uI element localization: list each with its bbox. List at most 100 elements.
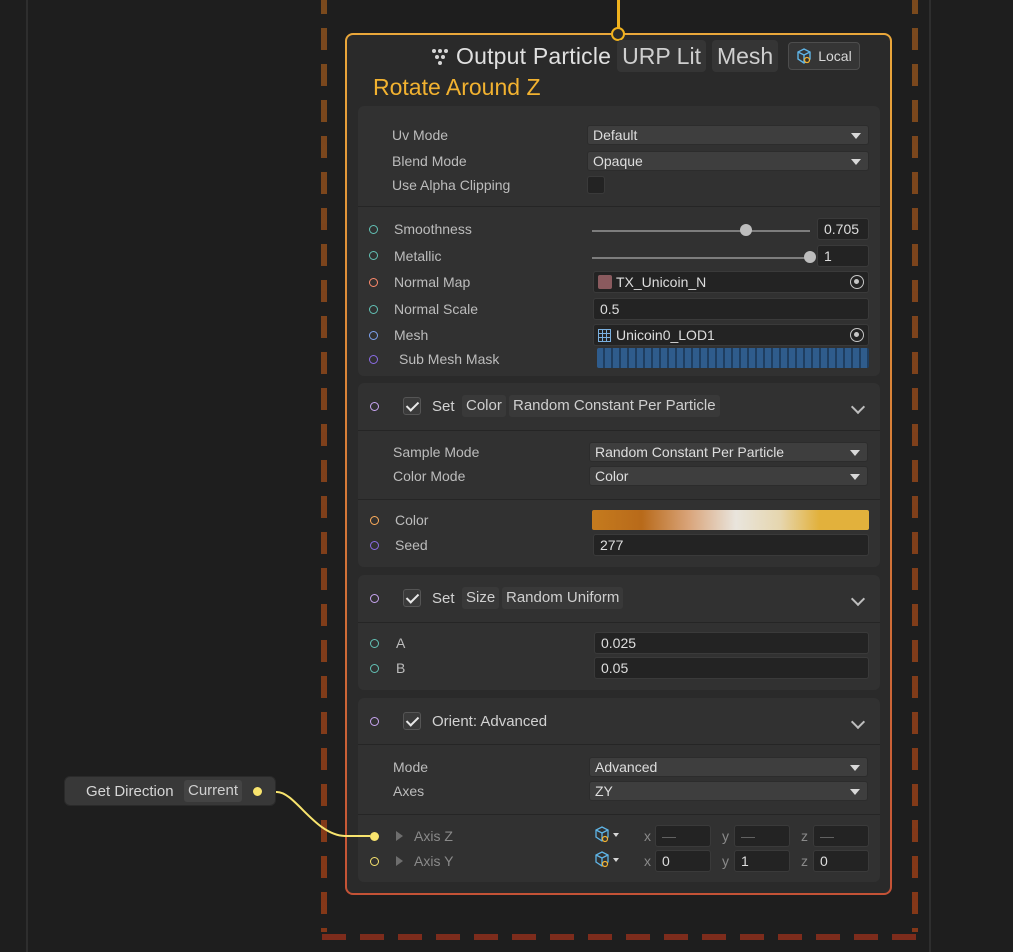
context-title: Output Particle	[456, 42, 612, 69]
set-size-word-set: Set	[432, 590, 455, 607]
mesh-field[interactable]: Unicoin0_LOD1	[593, 324, 869, 346]
orient-mode-dropdown[interactable]: Advanced	[589, 757, 868, 777]
axis-z-y-field[interactable]: —	[734, 825, 790, 847]
mesh-port[interactable]	[369, 331, 378, 340]
texture-thumbnail-icon	[598, 275, 612, 289]
axis-y-y-label: y	[722, 853, 729, 869]
block-divider	[358, 622, 880, 623]
particle-output-icon	[430, 47, 450, 65]
orient-activation-port[interactable]	[370, 717, 379, 726]
sub-mesh-mask-bitfield[interactable]	[597, 348, 869, 368]
axis-y-port[interactable]	[370, 857, 379, 866]
set-size-enabled-checkbox[interactable]	[403, 589, 421, 607]
metallic-port[interactable]	[369, 251, 378, 260]
axis-y-z-field[interactable]: 0	[813, 850, 869, 872]
orient-mode-label: Mode	[393, 759, 429, 775]
smoothness-slider-thumb[interactable]	[739, 224, 752, 236]
sample-mode-dropdown[interactable]: Random Constant Per Particle	[589, 442, 868, 462]
seed-label: Seed	[395, 537, 428, 553]
mesh-label: Mesh	[394, 327, 429, 343]
normal-scale-port[interactable]	[369, 305, 378, 314]
size-a-label: A	[396, 635, 406, 651]
seed-field[interactable]: 277	[593, 534, 869, 556]
set-size-attribute-tag: Size	[462, 587, 500, 609]
color-mode-dropdown[interactable]: Color	[589, 466, 868, 486]
flow-input-port[interactable]	[611, 27, 625, 41]
alpha-clipping-label: Use Alpha Clipping	[392, 177, 511, 193]
space-toggle-button[interactable]: Local	[788, 42, 860, 70]
metallic-slider-track[interactable]	[592, 257, 810, 259]
metallic-field[interactable]: 1	[817, 245, 869, 267]
mesh-value: Unicoin0_LOD1	[616, 327, 715, 343]
uv-mode-label: Uv Mode	[392, 127, 449, 143]
axis-z-z-label: z	[801, 828, 808, 844]
seed-port[interactable]	[370, 541, 379, 550]
axis-y-z-label: z	[801, 853, 808, 869]
expand-triangle-icon[interactable]	[396, 856, 403, 866]
system-border-bottom	[322, 934, 916, 940]
sub-mesh-mask-port[interactable]	[369, 355, 378, 364]
axis-z-x-field[interactable]: —	[655, 825, 711, 847]
set-color-enabled-checkbox[interactable]	[403, 397, 421, 415]
space-label: Local	[818, 48, 852, 64]
get-direction-output-port[interactable]	[253, 787, 262, 796]
panel-divider	[358, 206, 880, 207]
set-color-attribute-tag: Color	[462, 395, 506, 417]
size-b-label: B	[396, 660, 406, 676]
orient-axes-label: Axes	[393, 783, 425, 799]
set-size-mode-tag: Random Uniform	[502, 587, 624, 609]
alpha-clipping-checkbox[interactable]	[587, 176, 605, 194]
block-divider	[358, 744, 880, 745]
space-icon[interactable]	[594, 851, 620, 869]
color-label: Color	[395, 512, 429, 528]
normal-scale-label: Normal Scale	[394, 301, 479, 317]
context-header: Output Particle URP Lit Mesh Local	[430, 40, 860, 72]
smoothness-field[interactable]: 0.705	[817, 218, 869, 240]
set-color-activation-port[interactable]	[370, 402, 379, 411]
set-size-activation-port[interactable]	[370, 594, 379, 603]
system-border-right	[912, 0, 918, 932]
object-picker-icon[interactable]	[850, 275, 864, 289]
axis-y-x-field[interactable]: 0	[655, 850, 711, 872]
normal-map-port[interactable]	[369, 278, 378, 287]
axis-z-label: Axis Z	[414, 828, 453, 844]
object-picker-icon[interactable]	[850, 328, 864, 342]
block-divider	[358, 814, 880, 815]
size-b-field[interactable]: 0.05	[594, 657, 869, 679]
color-gradient-field[interactable]	[592, 510, 869, 530]
blend-mode-label: Blend Mode	[392, 153, 467, 169]
metallic-slider-thumb[interactable]	[804, 251, 816, 263]
context-tag-urp-lit: URP Lit	[617, 40, 706, 72]
axis-y-y-field[interactable]: 1	[734, 850, 790, 872]
axis-z-y-label: y	[722, 828, 729, 844]
size-a-field[interactable]: 0.025	[594, 632, 869, 654]
axis-z-z-field[interactable]: —	[813, 825, 869, 847]
axis-z-x-label: x	[644, 828, 651, 844]
axis-y-label: Axis Y	[414, 853, 454, 869]
normal-scale-field[interactable]: 0.5	[593, 298, 869, 320]
mesh-grid-icon	[598, 329, 611, 342]
size-a-port[interactable]	[370, 639, 379, 648]
context-subtitle[interactable]: Rotate Around Z	[373, 74, 541, 101]
smoothness-slider-track[interactable]	[592, 230, 810, 232]
expand-triangle-icon[interactable]	[396, 831, 403, 841]
get-direction-label: Get Direction	[86, 783, 174, 800]
graph-grid-line	[929, 0, 931, 952]
orient-title: Orient: Advanced	[432, 713, 548, 730]
graph-grid-line	[26, 0, 28, 952]
normal-map-field[interactable]: TX_Unicoin_N	[593, 271, 869, 293]
color-port[interactable]	[370, 516, 379, 525]
axis-y-x-label: x	[644, 853, 651, 869]
orient-axes-dropdown[interactable]: ZY	[589, 781, 868, 801]
uv-mode-dropdown[interactable]: Default	[587, 125, 869, 145]
orient-enabled-checkbox[interactable]	[403, 712, 421, 730]
normal-map-value: TX_Unicoin_N	[616, 274, 707, 290]
get-direction-tag: Current	[184, 780, 243, 802]
size-b-port[interactable]	[370, 664, 379, 673]
sub-mesh-mask-label: Sub Mesh Mask	[399, 351, 500, 367]
space-icon[interactable]	[594, 826, 620, 844]
blend-mode-dropdown[interactable]: Opaque	[587, 151, 869, 171]
set-color-word-set: Set	[432, 398, 455, 415]
local-space-icon	[797, 48, 811, 64]
smoothness-port[interactable]	[369, 225, 378, 234]
